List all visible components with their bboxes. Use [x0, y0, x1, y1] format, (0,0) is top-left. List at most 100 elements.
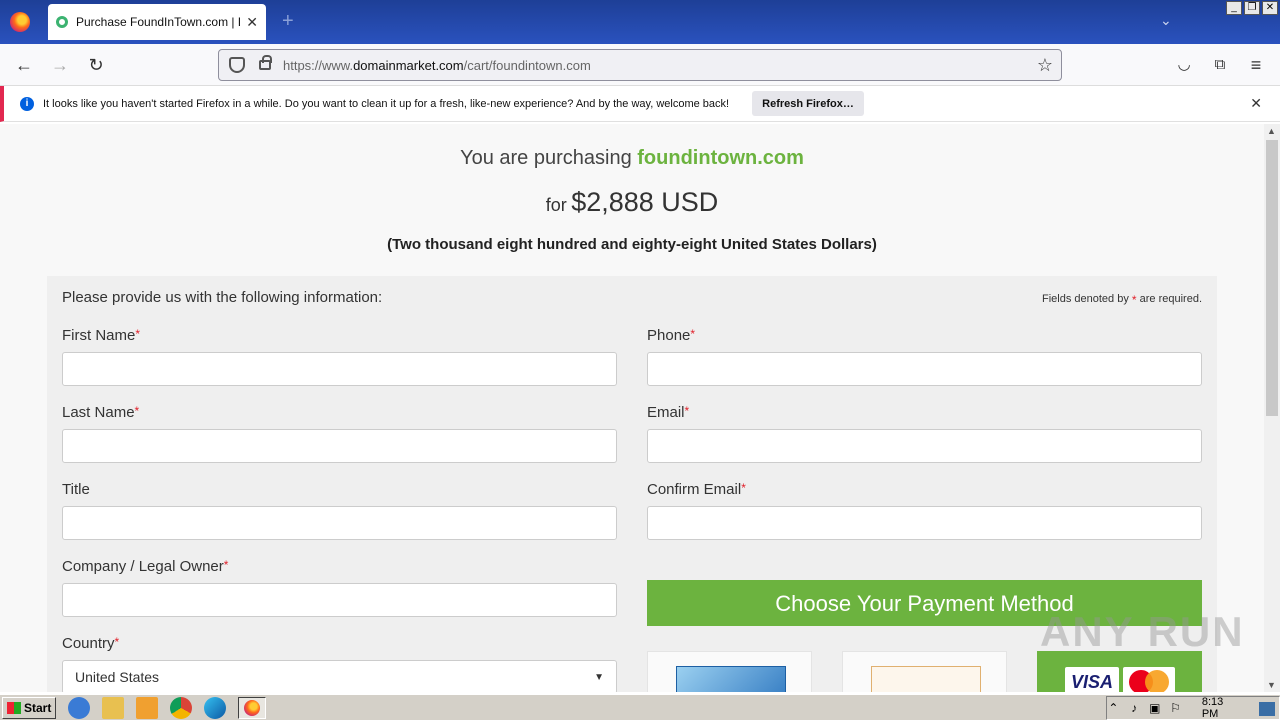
- required-note-prefix: Fields denoted by: [1041, 293, 1129, 305]
- required-asterisk: *: [684, 404, 690, 418]
- last-name-label-text: Last Name: [62, 404, 135, 421]
- price-for-label: for: [545, 195, 567, 215]
- confirm-email-label-text: Confirm Email: [647, 481, 742, 498]
- clock[interactable]: 8:13 PM: [1202, 696, 1239, 720]
- windows-taskbar: Start ⌃ ♪ ▣ ⚐ 8:13 PM: [0, 694, 1280, 720]
- paypal-icon: [871, 666, 981, 692]
- file-explorer-icon[interactable]: [102, 696, 124, 719]
- required-asterisk: *: [690, 327, 696, 341]
- extensions-icon[interactable]: ⧉: [1208, 53, 1232, 77]
- list-all-tabs-icon[interactable]: ⌄: [1160, 12, 1172, 29]
- firefox-icon: [244, 699, 260, 716]
- info-icon: i: [20, 96, 34, 111]
- navigation-toolbar: ← → ↻ https://www.domainmarket.com/cart/…: [0, 44, 1280, 86]
- purchase-domain: foundintown.com: [637, 147, 804, 169]
- page-scrollbar[interactable]: ▲ ▼: [1264, 124, 1280, 692]
- required-note-suffix: are required.: [1139, 293, 1202, 305]
- url-prefix: https://www.: [283, 57, 354, 73]
- scrollbar-thumb[interactable]: [1266, 140, 1278, 416]
- title-input[interactable]: [62, 506, 617, 540]
- edge-icon[interactable]: [204, 696, 226, 719]
- purchase-prefix: You are purchasing: [460, 147, 632, 169]
- url-domain: domainmarket.com: [353, 57, 464, 73]
- close-window-icon[interactable]: ✕: [1262, 1, 1278, 15]
- refresh-firefox-button[interactable]: Refresh Firefox…: [752, 91, 864, 116]
- network-icon[interactable]: ▣: [1148, 701, 1161, 715]
- close-tab-icon[interactable]: ✕: [246, 14, 258, 31]
- menu-hamburger-icon[interactable]: ≡: [1244, 53, 1268, 77]
- active-tab[interactable]: Purchase FoundInTown.com | Dom ✕: [48, 4, 266, 40]
- email-label-text: Email: [647, 404, 685, 421]
- visa-mastercard-payment-option[interactable]: VISA: [1037, 651, 1202, 692]
- first-name-input[interactable]: [62, 352, 617, 386]
- media-player-icon[interactable]: [136, 696, 158, 719]
- lock-icon[interactable]: [259, 55, 272, 70]
- mastercard-icon: [1123, 667, 1175, 692]
- company-label: Company / Legal Owner*: [62, 558, 228, 575]
- scroll-down-icon[interactable]: ▼: [1267, 680, 1276, 690]
- internet-explorer-icon[interactable]: [68, 696, 90, 719]
- start-label: Start: [24, 700, 52, 715]
- visa-icon: VISA: [1065, 667, 1119, 692]
- country-label: Country*: [62, 635, 119, 652]
- address-bar[interactable]: https://www.domainmarket.com/cart/foundi…: [218, 49, 1062, 81]
- form-intro: Please provide us with the following inf…: [62, 289, 383, 306]
- price-amount: $2,888 USD: [571, 187, 719, 217]
- company-input[interactable]: [62, 583, 617, 617]
- amex-payment-option[interactable]: [647, 651, 812, 692]
- last-name-label: Last Name*: [62, 404, 139, 421]
- required-asterisk: *: [114, 635, 120, 649]
- paypal-payment-option[interactable]: [842, 651, 1007, 692]
- required-note: Fields denoted by * are required.: [1042, 293, 1202, 307]
- firefox-logo-icon[interactable]: [10, 12, 30, 32]
- phone-label-text: Phone: [647, 327, 691, 344]
- start-button[interactable]: Start: [2, 696, 56, 719]
- pocket-icon[interactable]: ◡: [1172, 53, 1196, 77]
- phone-input[interactable]: [647, 352, 1202, 386]
- minimize-icon[interactable]: _: [1226, 1, 1242, 15]
- required-asterisk: *: [741, 481, 746, 495]
- tray-arrow-icon[interactable]: ⌃: [1107, 701, 1120, 715]
- anyrun-watermark: ANY RUN: [1040, 608, 1245, 655]
- volume-icon[interactable]: ♪: [1128, 701, 1141, 715]
- notification-text: It looks like you haven't started Firefo…: [43, 97, 730, 110]
- required-asterisk: *: [135, 327, 141, 341]
- price-line: for $2,888 USD: [0, 187, 1264, 218]
- chrome-icon[interactable]: [170, 696, 192, 719]
- scroll-up-icon[interactable]: ▲: [1267, 126, 1276, 136]
- price-in-words: (Two thousand eight hundred and eighty-e…: [387, 236, 877, 253]
- phone-label: Phone*: [647, 327, 695, 344]
- required-asterisk: *: [134, 404, 140, 418]
- bookmark-star-icon[interactable]: ☆: [1037, 55, 1053, 76]
- confirm-email-input[interactable]: [647, 506, 1202, 540]
- window-controls: _ ❐ ✕: [1226, 1, 1278, 15]
- email-input[interactable]: [647, 429, 1202, 463]
- show-desktop-icon[interactable]: [1259, 702, 1275, 716]
- forward-icon[interactable]: →: [48, 53, 72, 77]
- close-notification-icon[interactable]: ✕: [1250, 95, 1262, 112]
- country-select[interactable]: United States ▼: [62, 660, 617, 692]
- firefox-taskbar-button[interactable]: [238, 696, 266, 719]
- first-name-label-text: First Name: [62, 327, 136, 344]
- tracking-protection-shield-icon[interactable]: [229, 57, 245, 73]
- confirm-email-label: Confirm Email*: [647, 481, 746, 498]
- screen: Purchase FoundInTown.com | Dom ✕ + ⌄ _ ❐…: [0, 0, 1280, 720]
- system-tray: ⌃ ♪ ▣ ⚐ 8:13 PM: [1106, 696, 1280, 720]
- reload-icon[interactable]: ↻: [84, 53, 108, 77]
- email-label: Email*: [647, 404, 689, 421]
- restore-icon[interactable]: ❐: [1244, 1, 1260, 15]
- back-icon[interactable]: ←: [12, 53, 36, 77]
- last-name-input[interactable]: [62, 429, 617, 463]
- required-asterisk: *: [1131, 293, 1137, 307]
- firefox-notification-bar: i It looks like you haven't started Fire…: [0, 86, 1280, 122]
- new-tab-icon[interactable]: +: [282, 10, 294, 33]
- url-text[interactable]: https://www.domainmarket.com/cart/foundi…: [283, 58, 1037, 73]
- tab-favicon-icon: [56, 16, 68, 28]
- country-label-text: Country: [62, 635, 115, 652]
- required-asterisk: *: [223, 558, 229, 572]
- url-path: /cart/foundintown.com: [463, 57, 591, 73]
- country-selected-value: United States: [75, 669, 160, 685]
- flag-icon[interactable]: ⚐: [1169, 701, 1182, 715]
- purchase-heading: You are purchasing foundintown.com: [0, 147, 1264, 170]
- amex-card-icon: [676, 666, 786, 692]
